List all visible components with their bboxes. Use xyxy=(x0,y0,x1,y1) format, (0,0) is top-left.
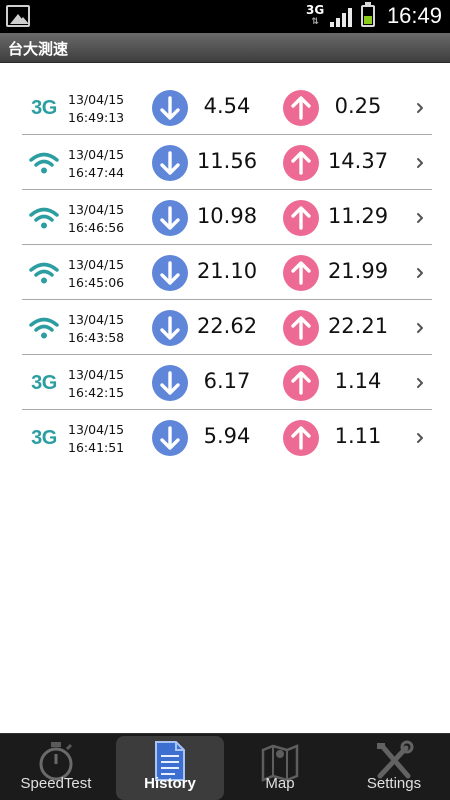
upload-arrow-icon xyxy=(283,145,319,181)
upload-speed: 1.11 xyxy=(334,424,382,448)
test-time: 16:43:58 xyxy=(68,330,125,345)
test-date: 13/04/15 xyxy=(68,202,125,217)
upload-speed: 1.14 xyxy=(334,369,382,393)
download-arrow-icon xyxy=(152,310,188,346)
download-speed: 6.17 xyxy=(203,369,251,393)
download-speed: 4.54 xyxy=(203,94,251,118)
download-speed: 21.10 xyxy=(196,259,258,283)
test-time: 16:46:56 xyxy=(68,220,125,235)
upload-speed: 11.29 xyxy=(327,204,389,228)
test-date: 13/04/15 xyxy=(68,257,125,272)
test-time: 16:41:51 xyxy=(68,440,125,455)
status-clock: 16:49 xyxy=(386,3,442,28)
tab-speedtest-label: SpeedTest xyxy=(20,775,92,792)
chevron-right-icon xyxy=(417,323,423,333)
chevron-right-icon xyxy=(417,158,423,168)
tab-map-label: Map xyxy=(265,775,295,792)
test-datetime: 13/04/15 16:45:06 xyxy=(68,256,124,292)
test-datetime: 13/04/15 16:49:13 xyxy=(68,91,124,127)
download-speed: 10.98 xyxy=(196,204,258,228)
tab-settings[interactable]: Settings xyxy=(340,736,448,800)
chevron-right-icon xyxy=(417,213,423,223)
chevron-right-icon xyxy=(417,103,423,113)
history-row[interactable]: 13/04/15 16:45:06 21.10 21.99 xyxy=(22,245,432,300)
test-time: 16:45:06 xyxy=(68,275,125,290)
upload-speed: 14.37 xyxy=(327,149,389,173)
test-datetime: 13/04/15 16:42:15 xyxy=(68,366,124,402)
wifi-icon xyxy=(28,204,60,232)
test-datetime: 13/04/15 16:47:44 xyxy=(68,146,124,182)
history-row[interactable]: 13/04/15 16:47:44 11.56 14.37 xyxy=(22,135,432,190)
upload-arrow-icon xyxy=(283,255,319,291)
test-date: 13/04/15 xyxy=(68,367,125,382)
chevron-right-icon xyxy=(417,378,423,388)
download-speed: 22.62 xyxy=(196,314,258,338)
test-date: 13/04/15 xyxy=(68,147,125,162)
test-datetime: 13/04/15 16:43:58 xyxy=(68,311,124,347)
history-row[interactable]: 3G 13/04/15 16:42:15 6.17 1.14 xyxy=(22,355,432,410)
history-row[interactable]: 13/04/15 16:46:56 10.98 11.29 xyxy=(22,190,432,245)
wifi-icon xyxy=(28,149,60,177)
test-date: 13/04/15 xyxy=(68,422,125,437)
network-label: 3G xyxy=(31,371,57,394)
network-label: 3G xyxy=(31,96,57,119)
app-title-bar: 台大測速 xyxy=(0,33,450,63)
upload-speed: 21.99 xyxy=(327,259,389,283)
upload-arrow-icon xyxy=(283,200,319,236)
test-datetime: 13/04/15 16:41:51 xyxy=(68,421,124,457)
test-date: 13/04/15 xyxy=(68,312,125,327)
upload-speed: 0.25 xyxy=(334,94,382,118)
network-3g-icon: 3G xyxy=(28,369,60,397)
wifi-icon xyxy=(28,259,60,287)
history-list: 3G 13/04/15 16:49:13 4.54 0.25 13/04/15 16:47:… xyxy=(22,80,432,465)
signal-strength-icon xyxy=(330,7,356,27)
data-activity-icon: ⇅ xyxy=(311,17,319,27)
tab-map[interactable]: Map xyxy=(226,736,334,800)
upload-arrow-icon xyxy=(283,420,319,456)
tab-history[interactable]: History xyxy=(116,736,224,800)
download-arrow-icon xyxy=(152,420,188,456)
upload-arrow-icon xyxy=(283,90,319,126)
tab-settings-label: Settings xyxy=(366,775,422,792)
tab-speedtest[interactable]: SpeedTest xyxy=(2,736,110,800)
test-datetime: 13/04/15 16:46:56 xyxy=(68,201,124,237)
network-type-indicator: 3G ⇅ xyxy=(306,4,324,28)
wifi-icon xyxy=(28,314,60,342)
network-3g-icon: 3G xyxy=(28,94,60,122)
test-date: 13/04/15 xyxy=(68,92,125,107)
bottom-nav-bar: SpeedTest History Map Settings xyxy=(0,733,450,800)
history-row[interactable]: 3G 13/04/15 16:41:51 5.94 1.11 xyxy=(22,410,432,465)
download-arrow-icon xyxy=(152,90,188,126)
battery-icon xyxy=(361,2,375,27)
status-bar: 3G ⇅ 16:49 xyxy=(0,0,450,33)
download-speed: 5.94 xyxy=(203,424,251,448)
network-label: 3G xyxy=(31,426,57,449)
history-row[interactable]: 13/04/15 16:43:58 22.62 22.21 xyxy=(22,300,432,355)
chevron-right-icon xyxy=(417,268,423,278)
history-row[interactable]: 3G 13/04/15 16:49:13 4.54 0.25 xyxy=(22,80,432,135)
upload-speed: 22.21 xyxy=(327,314,389,338)
download-arrow-icon xyxy=(152,365,188,401)
upload-arrow-icon xyxy=(283,310,319,346)
download-speed: 11.56 xyxy=(196,149,258,173)
app-title: 台大測速 xyxy=(8,40,69,58)
network-type-label: 3G xyxy=(306,3,325,17)
download-arrow-icon xyxy=(152,255,188,291)
gallery-notification-icon xyxy=(6,5,30,27)
test-time: 16:42:15 xyxy=(68,385,125,400)
test-time: 16:49:13 xyxy=(68,110,125,125)
download-arrow-icon xyxy=(152,145,188,181)
network-3g-icon: 3G xyxy=(28,424,60,452)
upload-arrow-icon xyxy=(283,365,319,401)
download-arrow-icon xyxy=(152,200,188,236)
tab-history-label: History xyxy=(144,775,196,792)
test-time: 16:47:44 xyxy=(68,165,125,180)
chevron-right-icon xyxy=(417,433,423,443)
